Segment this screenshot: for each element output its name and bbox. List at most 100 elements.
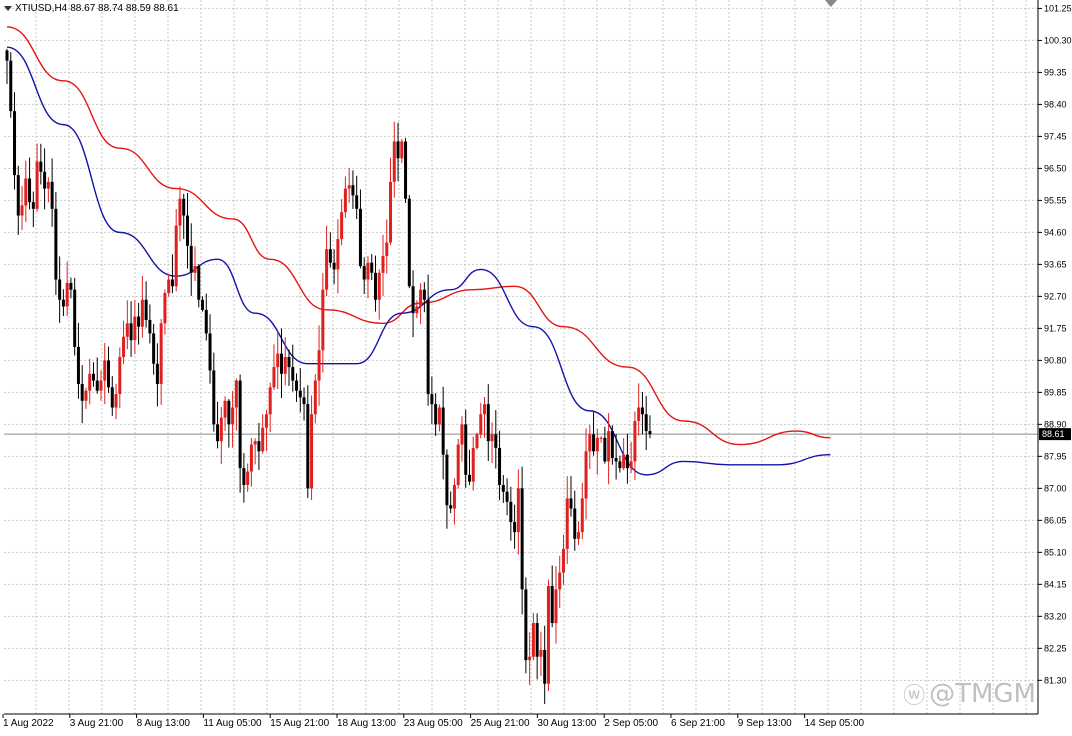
candle-body bbox=[24, 178, 28, 206]
candle-body bbox=[618, 461, 622, 469]
candle-body bbox=[110, 387, 114, 408]
candle-body bbox=[343, 188, 347, 213]
y-tick-label: 100.30 bbox=[1044, 35, 1072, 45]
candle-body bbox=[456, 444, 460, 485]
candle-body bbox=[558, 572, 562, 590]
candle-body bbox=[389, 181, 393, 243]
y-tick-label: 83.20 bbox=[1044, 611, 1067, 621]
candle-body bbox=[155, 363, 159, 384]
current-price-tag: 88.61 bbox=[1039, 428, 1071, 441]
y-tick-label: 87.00 bbox=[1044, 483, 1067, 493]
x-tick-label: 11 Aug 05:00 bbox=[203, 718, 262, 729]
candle-body bbox=[584, 451, 588, 499]
candle-body bbox=[400, 141, 404, 159]
candle-body bbox=[43, 171, 47, 189]
x-tick-label: 18 Aug 13:00 bbox=[337, 718, 396, 729]
candle-body bbox=[441, 407, 445, 455]
candle-body bbox=[76, 346, 80, 384]
y-tick-label: 87.95 bbox=[1044, 451, 1067, 461]
candle-body bbox=[437, 407, 441, 425]
candle-body bbox=[415, 306, 419, 314]
candle-body bbox=[129, 323, 133, 341]
candle-body bbox=[422, 289, 426, 300]
candle-body bbox=[50, 181, 54, 209]
candle-body bbox=[91, 373, 95, 381]
candle-body bbox=[159, 323, 163, 384]
candle-body bbox=[167, 279, 171, 294]
candle-body bbox=[347, 185, 351, 189]
candle-body bbox=[35, 161, 39, 209]
candle-body bbox=[385, 242, 389, 256]
price-chart[interactable]: 101.25 100.30 99.35 98.40 97.45 96.50 95.55 94.… bbox=[0, 0, 1072, 736]
candle-body bbox=[216, 424, 220, 442]
candle-body bbox=[28, 178, 32, 203]
x-tick-label: 6 Sep 21:00 bbox=[671, 718, 725, 729]
candle-body bbox=[494, 434, 498, 448]
candle-body bbox=[54, 208, 58, 280]
candle-body bbox=[219, 417, 223, 442]
candle-body bbox=[543, 650, 547, 684]
candle-body bbox=[625, 454, 629, 469]
dropdown-arrow-icon[interactable] bbox=[4, 6, 12, 11]
candle-body bbox=[452, 484, 456, 509]
candle-body bbox=[351, 185, 355, 196]
candle-body bbox=[505, 491, 509, 502]
candle-body bbox=[231, 407, 235, 425]
candle-body bbox=[509, 501, 513, 523]
candle-body bbox=[182, 198, 186, 216]
candle-body bbox=[445, 454, 449, 506]
y-tick-label: 97.45 bbox=[1044, 131, 1067, 141]
chart-shift-marker-icon[interactable] bbox=[825, 0, 837, 7]
x-tick-label: 30 Aug 13:00 bbox=[537, 718, 596, 729]
candle-body bbox=[272, 367, 276, 388]
candle-body bbox=[340, 212, 344, 240]
candle-body bbox=[152, 333, 156, 364]
candle-body bbox=[516, 488, 520, 533]
candle-body bbox=[407, 198, 411, 287]
candle-body bbox=[276, 353, 280, 368]
candle-body bbox=[253, 441, 257, 445]
candle-body bbox=[362, 266, 366, 280]
candle-body bbox=[298, 390, 302, 398]
candle-body bbox=[261, 427, 265, 452]
x-tick-label: 23 Aug 05:00 bbox=[404, 718, 463, 729]
candle-body bbox=[392, 141, 396, 182]
y-tick-label: 91.75 bbox=[1044, 323, 1067, 333]
candle-body bbox=[377, 272, 381, 300]
candle-body bbox=[107, 360, 111, 388]
symbol-name: XTIUSD,H4 bbox=[15, 3, 68, 14]
candle-body bbox=[471, 447, 475, 482]
candle-body bbox=[212, 370, 216, 425]
candle-body bbox=[464, 424, 468, 475]
symbol-header: XTIUSD,H4 88.67 88.74 88.59 88.61 bbox=[4, 3, 179, 14]
x-tick-label: 3 Aug 21:00 bbox=[70, 718, 124, 729]
candle-body bbox=[310, 414, 314, 489]
candle-body bbox=[73, 289, 77, 347]
candle-body bbox=[637, 407, 641, 421]
candle-body bbox=[325, 249, 329, 290]
candle-body bbox=[80, 383, 84, 401]
candle-body bbox=[122, 336, 126, 357]
candle-body bbox=[595, 437, 599, 452]
candle-body bbox=[640, 407, 644, 415]
candle-body bbox=[283, 357, 287, 374]
y-tick-label: 98.40 bbox=[1044, 99, 1067, 109]
candle-body bbox=[332, 262, 336, 270]
x-tick-label: 14 Sep 05:00 bbox=[805, 718, 865, 729]
y-tick-label: 86.05 bbox=[1044, 515, 1067, 525]
candle-body bbox=[426, 299, 430, 395]
candle-body bbox=[16, 175, 20, 216]
candle-body bbox=[404, 141, 408, 199]
candle-body bbox=[569, 498, 573, 509]
candle-body bbox=[498, 447, 502, 485]
candle-body bbox=[370, 262, 374, 273]
candle-body bbox=[554, 589, 558, 624]
x-tick-label: 8 Aug 13:00 bbox=[137, 718, 191, 729]
y-tick-label: 99.35 bbox=[1044, 67, 1067, 77]
candle-body bbox=[223, 400, 227, 418]
candle-body bbox=[561, 548, 565, 573]
y-tick-label: 81.30 bbox=[1044, 675, 1067, 685]
y-tick-label: 96.50 bbox=[1044, 163, 1067, 173]
candle-body bbox=[264, 414, 268, 428]
x-tick-label: 1 Aug 2022 bbox=[3, 718, 54, 729]
